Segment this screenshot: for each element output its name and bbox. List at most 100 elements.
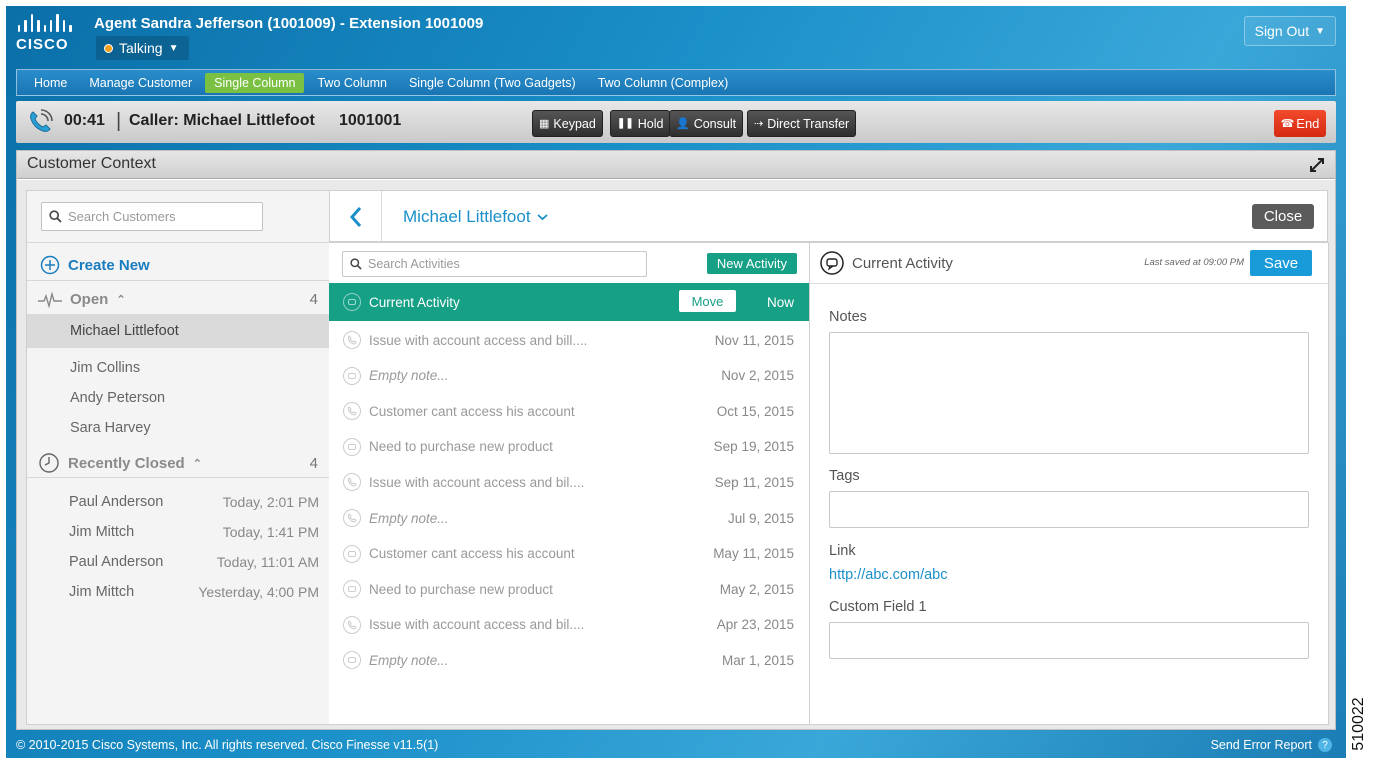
customer-item-andy-peterson[interactable]: Andy Peterson [27,381,329,415]
open-group-header[interactable]: Open ⌃ 4 [38,291,318,308]
activity-item[interactable]: Empty note... Jul 9, 2015 [329,500,809,536]
hold-button[interactable]: ❚❚ Hold [610,110,671,137]
agent-state-dropdown[interactable]: Talking ▼ [96,36,189,60]
tab-single-column[interactable]: Single Column [205,72,305,93]
create-new-button[interactable]: Create New [40,255,150,275]
chevron-up-icon: ⌃ [192,457,202,470]
history-clock-icon [39,453,59,473]
activity-item[interactable]: Customer cant access his account Oct 15, … [329,393,809,429]
tags-input[interactable] [829,491,1309,528]
figure-id-text: 510022 [1350,697,1367,751]
tab-two-column-complex[interactable]: Two Column (Complex) [589,73,738,93]
phone-icon [343,473,361,492]
tab-manage-customer[interactable]: Manage Customer [80,73,201,93]
activity-item[interactable]: Empty note... Mar 1, 2015 [329,642,809,678]
activity-label: Empty note... [369,510,449,526]
closed-item-name: Jim Mittch [69,584,135,600]
current-activity-item[interactable]: Current Activity Move Now [329,283,809,321]
recently-closed-group-header[interactable]: Recently Closed ⌃ 4 [38,452,318,474]
notes-textarea[interactable] [829,332,1309,454]
sign-out-button[interactable]: Sign Out ▼ [1243,16,1336,46]
call-timer: 00:41 [64,112,105,129]
save-button[interactable]: Save [1250,250,1312,276]
activity-item[interactable]: Issue with account access and bill.... No… [329,322,809,358]
new-activity-button[interactable]: New Activity [706,253,797,274]
closed-item[interactable]: Jim Mittch Today, 1:41 PM [69,524,319,540]
customer-list-panel: Search Customers Create New Open ⌃ 4 Mic… [26,190,330,725]
activity-item[interactable]: Issue with account access and bil.... Sep… [329,464,809,500]
sign-out-label: Sign Out [1254,23,1310,39]
pause-icon: ❚❚ [617,118,634,129]
closed-item[interactable]: Jim Mittch Yesterday, 4:00 PM [69,584,319,600]
closed-item[interactable]: Paul Anderson Today, 2:01 PM [69,494,319,510]
search-icon [49,210,62,223]
activity-label: Customer cant access his account [369,546,575,562]
open-count: 4 [309,291,318,308]
chat-icon [343,366,361,385]
copyright-text: © 2010-2015 Cisco Systems, Inc. All righ… [16,738,439,752]
activity-label: Need to purchase new product [369,581,553,597]
tags-label: Tags [829,468,860,484]
customer-item-jim-collins[interactable]: Jim Collins [27,351,329,385]
chat-icon [343,580,361,599]
activity-date: May 2, 2015 [719,581,794,597]
activity-label: Empty note... [369,368,449,384]
hold-label: Hold [637,116,664,131]
consult-button[interactable]: 👤 Consult [669,110,744,137]
direct-transfer-button[interactable]: ⇢ Direct Transfer [747,110,857,137]
send-error-report-link[interactable]: Send Error Report ? [1211,738,1332,752]
activity-date: May 11, 2015 [713,546,794,562]
tab-home[interactable]: Home [25,73,76,93]
close-button[interactable]: Close [1252,204,1314,229]
search-customers-placeholder: Search Customers [68,209,176,224]
link-value[interactable]: http://abc.com/abc [829,567,947,583]
help-icon[interactable]: ? [1318,738,1332,752]
activity-item[interactable]: Issue with account access and bil.... Apr… [329,607,809,643]
customer-name-dropdown[interactable]: Michael Littlefoot [403,207,548,227]
nav-tabs: Home Manage Customer Single Column Two C… [16,69,1336,96]
activity-date: Sep 11, 2015 [714,474,794,490]
activity-time: Now [766,294,794,310]
activity-label: Issue with account access and bil.... [369,474,585,490]
search-activities-input[interactable]: Search Activities [342,251,647,277]
footer: © 2010-2015 Cisco Systems, Inc. All righ… [6,734,1346,758]
tab-single-column-two-gadgets[interactable]: Single Column (Two Gadgets) [400,73,585,93]
call-control-bar: 00:41 | Caller: Michael Littlefoot 10010… [16,101,1336,143]
chat-icon [343,437,361,456]
add-user-icon: 👤 [676,118,690,130]
open-group-label: Open [70,291,109,308]
closed-item-name: Jim Mittch [69,524,135,540]
activity-label: Need to purchase new product [369,439,553,455]
custom-field-label: Custom Field 1 [829,599,927,615]
activity-item[interactable]: Need to purchase new product Sep 19, 2015 [329,429,809,465]
custom-field-input[interactable] [829,622,1309,659]
activity-item[interactable]: Customer cant access his account May 11, … [329,536,809,572]
tab-two-column[interactable]: Two Column [308,73,395,93]
keypad-icon: ▦ [539,118,550,130]
activity-item[interactable]: Need to purchase new product May 2, 2015 [329,571,809,607]
closed-item[interactable]: Paul Anderson Today, 11:01 AM [69,554,319,570]
search-customers-input[interactable]: Search Customers [41,202,263,231]
expand-icon[interactable] [1309,157,1325,173]
activity-item[interactable]: Empty note... Nov 2, 2015 [329,358,809,394]
end-call-button[interactable]: ☎ End [1274,110,1326,137]
figure-id: 510022 [1349,690,1369,758]
chat-icon [343,651,361,670]
phone-icon [343,402,361,421]
keypad-button[interactable]: ▦ Keypad [532,110,603,137]
chevron-down-icon: ▼ [1315,25,1325,37]
recently-closed-label: Recently Closed [68,454,185,472]
back-button[interactable] [330,191,382,242]
customer-item-michael-littlefoot[interactable]: Michael Littlefoot [27,314,329,348]
agent-title: Agent Sandra Jefferson (1001009) - Exten… [94,15,484,32]
search-icon [350,258,362,270]
finesse-desktop: CISCO Agent Sandra Jefferson (1001009) -… [6,6,1346,758]
divider [27,242,329,243]
hang-up-icon: ☎ [1280,118,1295,130]
call-separator: | [116,110,122,132]
gadget-body: Search Customers Create New Open ⌃ 4 Mic… [17,180,1335,729]
customer-item-sara-harvey[interactable]: Sara Harvey [27,411,329,445]
last-saved-text: Last saved at 09:00 PM [1144,257,1244,268]
activity-date: Nov 11, 2015 [714,332,794,348]
move-button[interactable]: Move [679,290,736,312]
